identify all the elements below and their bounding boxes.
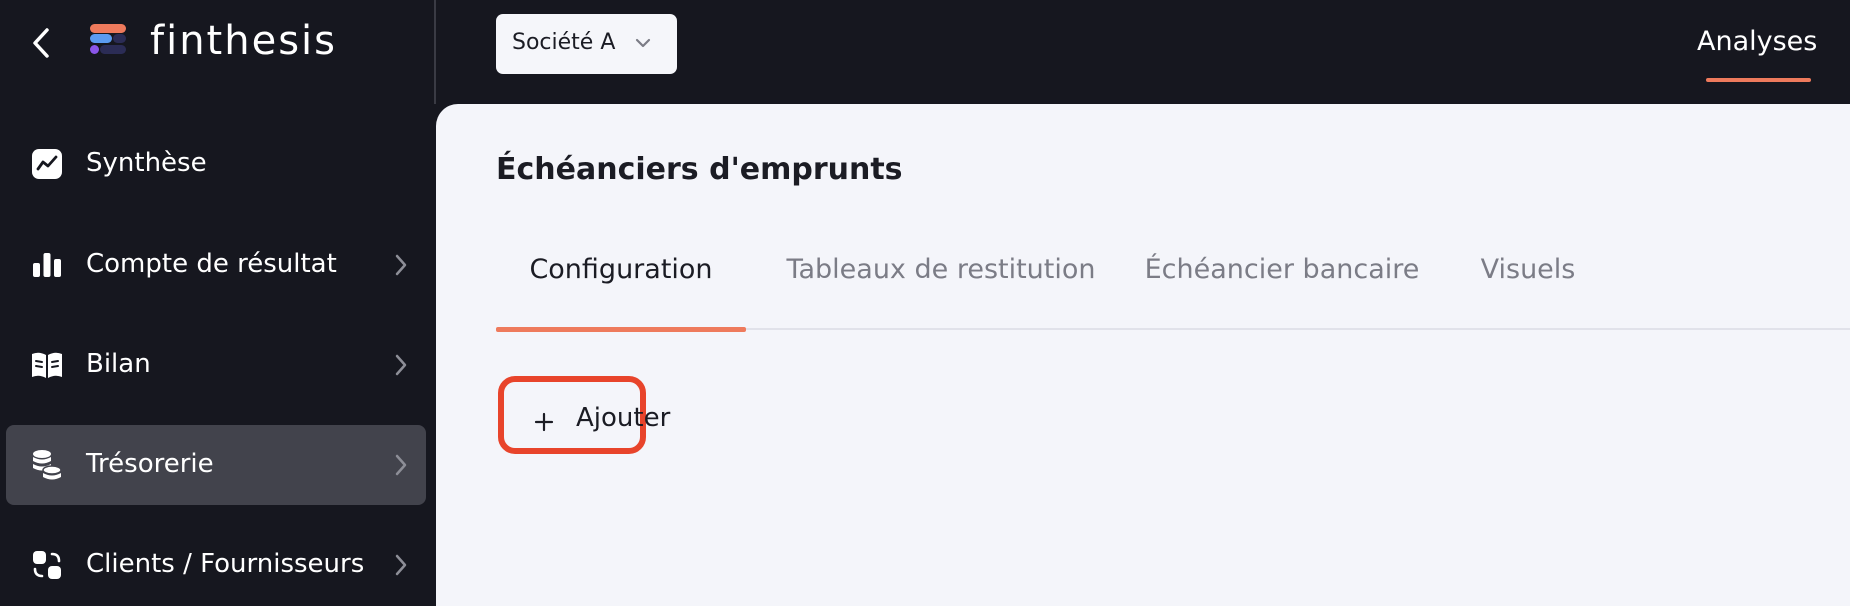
chevron-down-icon bbox=[635, 38, 651, 48]
sidebar-item-synthese[interactable]: Synthèse bbox=[6, 124, 426, 204]
sidebar-item-clients-fournisseurs[interactable]: Clients / Fournisseurs bbox=[6, 525, 426, 605]
tab-visuels[interactable]: Visuels bbox=[1460, 254, 1596, 330]
chevron-right-icon bbox=[392, 352, 410, 378]
chart-line-icon bbox=[30, 147, 64, 181]
tab-label: Tableaux de restitution bbox=[786, 254, 1096, 285]
tab-label: Visuels bbox=[1480, 254, 1576, 285]
chevron-left-icon bbox=[33, 28, 49, 58]
tab-label: Configuration bbox=[529, 254, 713, 285]
tab-echeancier-bancaire[interactable]: Échéancier bancaire bbox=[1132, 254, 1432, 330]
company-select-value: Société A bbox=[512, 30, 616, 55]
add-button-label: Ajouter bbox=[576, 403, 671, 433]
sidebar-item-compte-de-resultat[interactable]: Compte de résultat bbox=[6, 225, 426, 305]
book-icon bbox=[30, 348, 64, 382]
sidebar-item-tresorerie[interactable]: Trésorerie bbox=[6, 425, 426, 505]
nav-analyses-label: Analyses bbox=[1697, 26, 1818, 57]
sidebar-divider bbox=[434, 0, 436, 104]
logo-icon bbox=[90, 24, 132, 64]
sidebar-item-bilan[interactable]: Bilan bbox=[6, 325, 426, 405]
sidebar-item-label: Compte de résultat bbox=[86, 249, 337, 279]
sidebar: finthesis Synthèse Compte de résultat Bi… bbox=[0, 0, 435, 606]
chevron-right-icon bbox=[392, 252, 410, 278]
exchange-icon bbox=[30, 548, 64, 582]
bar-chart-icon bbox=[30, 248, 64, 282]
brand-header: finthesis bbox=[0, 0, 434, 90]
company-select[interactable]: Société A bbox=[496, 14, 677, 74]
main-panel: Échéanciers d'emprunts Configuration Tab… bbox=[436, 104, 1850, 606]
tab-active-indicator bbox=[496, 327, 746, 332]
tab-configuration[interactable]: Configuration bbox=[496, 254, 746, 332]
page-title: Échéanciers d'emprunts bbox=[496, 152, 903, 187]
tab-tableaux-de-restitution[interactable]: Tableaux de restitution bbox=[781, 254, 1101, 330]
add-button[interactable]: Ajouter bbox=[498, 376, 670, 454]
nav-analyses[interactable]: Analyses bbox=[1690, 16, 1826, 84]
sidebar-item-label: Clients / Fournisseurs bbox=[86, 549, 365, 579]
back-button[interactable] bbox=[26, 26, 56, 60]
chevron-right-icon bbox=[392, 452, 410, 478]
sidebar-item-label: Synthèse bbox=[86, 148, 207, 178]
brand-name: finthesis bbox=[150, 18, 337, 64]
sidebar-item-label: Trésorerie bbox=[86, 449, 214, 479]
tab-label: Échéancier bancaire bbox=[1144, 254, 1420, 285]
sidebar-item-label: Bilan bbox=[86, 349, 151, 379]
plus-icon bbox=[534, 412, 554, 432]
tab-bar: Configuration Tableaux de restitution Éc… bbox=[496, 254, 1850, 332]
nav-analyses-indicator bbox=[1706, 78, 1811, 82]
coins-icon bbox=[30, 448, 64, 482]
chevron-right-icon bbox=[392, 552, 410, 578]
